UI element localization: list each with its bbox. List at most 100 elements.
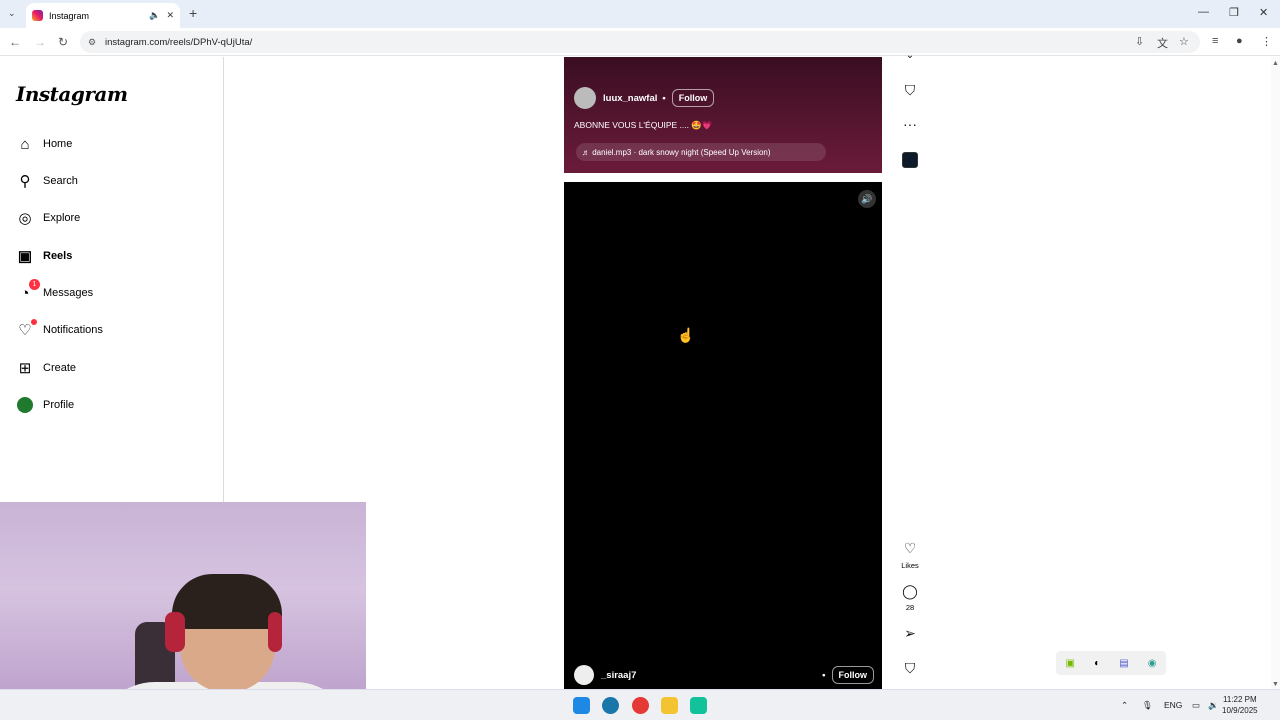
media-control-icon[interactable]: ≡ bbox=[1212, 35, 1218, 47]
nvidia-icon[interactable]: ▣ bbox=[1066, 658, 1075, 669]
sidebar-item-label: Home bbox=[43, 138, 73, 150]
author-username[interactable]: _siraaj7 bbox=[601, 670, 636, 681]
headset-right bbox=[268, 612, 282, 652]
chevron-down-icon[interactable]: ⌄ bbox=[900, 50, 920, 61]
site-info-icon[interactable]: ⚙ bbox=[88, 37, 98, 48]
separator-dot: • bbox=[822, 669, 826, 681]
comment-icon[interactable]: ◯ bbox=[900, 583, 920, 600]
author-avatar[interactable] bbox=[574, 665, 594, 685]
sidebar-item-notifications[interactable]: ♡ Notifications bbox=[16, 318, 103, 342]
tab-close-icon[interactable]: ✕ bbox=[166, 10, 174, 21]
instagram-favicon-icon bbox=[32, 10, 43, 21]
sidebar-item-label: Search bbox=[43, 175, 78, 187]
volume-icon[interactable]: 🔊 bbox=[858, 190, 876, 208]
reload-icon[interactable]: ↻ bbox=[58, 35, 68, 49]
follow-button[interactable]: Follow bbox=[831, 666, 874, 684]
back-icon[interactable]: ← bbox=[9, 35, 21, 49]
reel-caption: ABONNE VOUS L'ÉQUIPE .... 🤩💗 bbox=[574, 120, 713, 130]
sidebar-item-reels[interactable]: ▣ Reels bbox=[16, 244, 72, 268]
sidebar-item-label: Explore bbox=[43, 212, 81, 224]
more-options-icon[interactable]: ··· bbox=[900, 116, 920, 132]
sidebar-item-label: Messages bbox=[43, 287, 94, 299]
minimize-icon[interactable]: — bbox=[1198, 6, 1209, 18]
share-icon[interactable]: ➢ bbox=[900, 625, 920, 642]
browser-address-bar: ← → ↻ ⚙ instagram.com/reels/DPhV-qUjUta/… bbox=[0, 28, 1280, 56]
profile-avatar-icon[interactable]: ● bbox=[1236, 35, 1243, 47]
bookmark-icon[interactable]: ⛉ bbox=[900, 660, 920, 677]
network-icon[interactable]: ▭ bbox=[1192, 700, 1200, 711]
windows-start-icon[interactable] bbox=[573, 697, 590, 714]
file-explorer-icon[interactable] bbox=[661, 697, 678, 714]
bookmark-star-icon[interactable]: ☆ bbox=[1179, 35, 1189, 48]
webcam-overlay bbox=[0, 502, 366, 720]
sidebar-item-label: Profile bbox=[43, 399, 75, 411]
sidebar-item-profile[interactable]: Profile bbox=[16, 393, 74, 417]
like-heart-icon[interactable]: ♡ bbox=[900, 540, 920, 557]
audio-label: ♬ daniel.mp3 · dark snowy night (Speed U… bbox=[582, 147, 771, 157]
reel-audio-link[interactable]: ♬ daniel.mp3 · dark snowy night (Speed U… bbox=[576, 143, 826, 161]
microphone-icon[interactable]: 🎙 bbox=[1142, 700, 1153, 711]
sidebar-item-label: Create bbox=[43, 362, 77, 374]
notification-dot bbox=[31, 319, 37, 325]
hand-cursor-icon: ☝ bbox=[677, 327, 695, 343]
sidebar-item-create[interactable]: ⊞ Create bbox=[16, 356, 76, 380]
clock-time: 11:22 PM bbox=[1222, 695, 1257, 704]
likes-label: Likes bbox=[901, 561, 919, 570]
author-avatar[interactable] bbox=[574, 87, 596, 109]
url-field[interactable]: ⚙ instagram.com/reels/DPhV-qUjUta/ bbox=[80, 31, 1200, 53]
reel-author-row: _siraaj7 • Follow bbox=[574, 665, 874, 685]
browser-menu-icon[interactable]: ⋮ bbox=[1261, 35, 1272, 48]
scroll-up-icon[interactable]: ▲ bbox=[1272, 60, 1279, 67]
follow-button[interactable]: Follow bbox=[671, 89, 715, 107]
chrome-icon[interactable] bbox=[632, 697, 649, 714]
scroll-down-icon[interactable]: ▼ bbox=[1272, 681, 1279, 688]
network-app-icon[interactable]: ◉ bbox=[1148, 658, 1157, 669]
system-clock[interactable]: 11:22 PM 10/9/2025 bbox=[1222, 694, 1258, 716]
heart-icon: ♡ bbox=[16, 319, 37, 339]
new-tab-button[interactable]: + bbox=[189, 5, 197, 21]
reel-current[interactable]: 🔊 _siraaj7 • Follow bbox=[564, 182, 882, 689]
separator-dot: • bbox=[662, 92, 666, 104]
messages-badge: 1 bbox=[29, 279, 40, 290]
edge-icon[interactable] bbox=[602, 697, 619, 714]
sidebar-item-messages[interactable]: ◔ 1 Messages bbox=[16, 279, 94, 305]
forward-icon[interactable]: → bbox=[34, 35, 46, 49]
app-icon[interactable]: ◐ bbox=[1094, 658, 1100, 669]
avatar bbox=[16, 396, 34, 414]
speaker-icon[interactable]: 🔈 bbox=[149, 10, 160, 21]
tab-search-chevron-icon[interactable]: ⌄ bbox=[8, 8, 16, 19]
language-indicator[interactable]: ENG bbox=[1164, 700, 1182, 710]
audio-thumbnail[interactable] bbox=[902, 152, 918, 168]
reel-author-row: luux_nawfal • Follow bbox=[574, 87, 715, 109]
sidebar-item-label: Reels bbox=[43, 250, 73, 262]
tray-overflow-panel: ▣ ◐ ▤ ◉ bbox=[1056, 651, 1166, 675]
tab-title: Instagram bbox=[49, 10, 90, 21]
app-icon[interactable] bbox=[690, 697, 707, 714]
url-text: instagram.com/reels/DPhV-qUjUta/ bbox=[105, 36, 253, 48]
sidebar-item-search[interactable]: ⚲ Search bbox=[16, 169, 78, 193]
restore-icon[interactable]: ❐ bbox=[1229, 6, 1239, 19]
tab-instagram[interactable]: Instagram 🔈 ✕ bbox=[26, 3, 180, 28]
bookmark-icon[interactable]: ⛉ bbox=[900, 82, 920, 99]
windows-taskbar: ⌃ 🎙 ENG ▭ 🔉 11:22 PM 10/9/2025 bbox=[0, 689, 1280, 720]
sidebar-item-home[interactable]: ⌂ Home bbox=[16, 132, 72, 156]
reel-previous[interactable]: luux_nawfal • Follow ABONNE VOUS L'ÉQUIP… bbox=[564, 57, 882, 173]
volume-tray-icon[interactable]: 🔉 bbox=[1208, 700, 1219, 711]
page-scrollbar[interactable]: ▲ ▼ bbox=[1271, 57, 1280, 689]
clock-date: 10/9/2025 bbox=[1222, 706, 1258, 715]
instagram-logo[interactable]: Instagram bbox=[16, 82, 128, 106]
translate-icon[interactable]: 文 bbox=[1157, 35, 1168, 51]
close-window-icon[interactable]: ✕ bbox=[1259, 6, 1268, 19]
home-icon: ⌂ bbox=[20, 135, 30, 153]
comments-count: 28 bbox=[905, 603, 915, 612]
author-username[interactable]: luux_nawfal bbox=[603, 93, 657, 104]
sidebar-item-explore[interactable]: ◎ Explore bbox=[16, 206, 80, 230]
search-icon: ⚲ bbox=[19, 173, 31, 190]
reels-icon: ▣ bbox=[17, 248, 33, 265]
tray-chevron-icon[interactable]: ⌃ bbox=[1121, 700, 1128, 711]
install-app-icon[interactable]: ⇩ bbox=[1135, 35, 1144, 48]
teams-icon[interactable]: ▤ bbox=[1119, 658, 1128, 669]
plus-square-icon: ⊞ bbox=[18, 360, 32, 377]
browser-tab-bar: ⌄ Instagram 🔈 ✕ + — ❐ ✕ bbox=[0, 0, 1280, 28]
headset-left bbox=[165, 612, 185, 652]
